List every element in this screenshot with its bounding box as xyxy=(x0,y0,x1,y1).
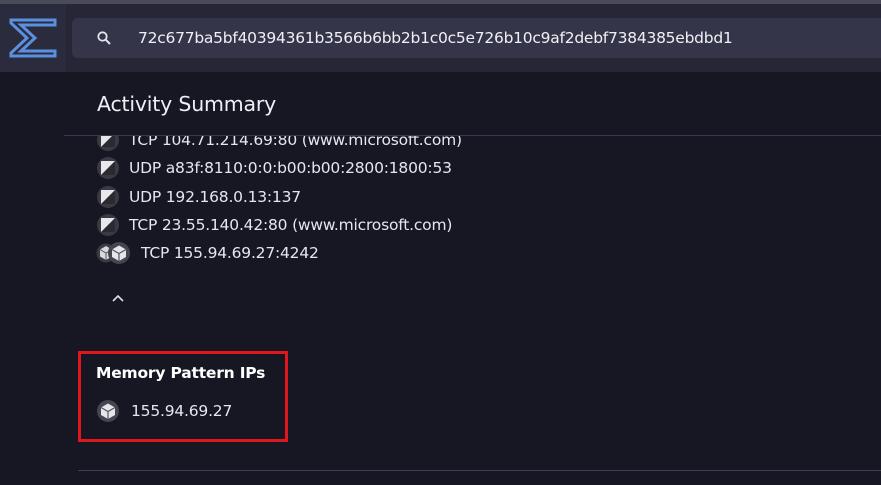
search-icon xyxy=(96,30,112,50)
connection-label: TCP 23.55.140.42:80 (www.microsoft.com) xyxy=(129,216,453,235)
memory-ip-label: 155.94.69.27 xyxy=(131,402,233,420)
app-logo[interactable] xyxy=(0,4,66,72)
connections-scroll-area[interactable]: TCP 104.71.214.69:80 (www.microsoft.com)… xyxy=(0,136,881,286)
main-content: Activity Summary TCP 104.71.214.69:80 (w… xyxy=(0,72,881,485)
activity-summary-title: Activity Summary xyxy=(97,92,277,116)
list-item: UDP 192.168.0.13:137 xyxy=(96,183,462,211)
sigma-logo-icon xyxy=(9,18,57,58)
package-icon xyxy=(96,399,120,423)
list-item: TCP 23.55.140.42:80 (www.microsoft.com) xyxy=(96,211,462,239)
chevron-up-icon xyxy=(112,294,124,302)
system-icon xyxy=(96,213,120,237)
list-item: TCP 155.94.69.27:4242 xyxy=(96,239,462,267)
connection-label: TCP 155.94.69.27:4242 xyxy=(141,244,319,263)
connection-label: TCP 104.71.214.69:80 (www.microsoft.com) xyxy=(129,136,462,150)
connection-label: UDP a83f:8110:0:0:b00:b00:2800:1800:53 xyxy=(129,159,452,178)
collapse-button[interactable] xyxy=(108,288,128,308)
system-icon xyxy=(96,156,120,180)
search-input[interactable] xyxy=(138,18,878,58)
list-item: TCP 104.71.214.69:80 (www.microsoft.com) xyxy=(96,136,462,154)
connection-label: UDP 192.168.0.13:137 xyxy=(129,187,301,206)
list-item: UDP a83f:8110:0:0:b00:b00:2800:1800:53 xyxy=(96,154,462,182)
connections-list: TCP 104.71.214.69:80 (www.microsoft.com)… xyxy=(96,136,462,267)
list-item: 155.94.69.27 xyxy=(96,399,232,423)
system-icon xyxy=(96,136,120,152)
section-divider xyxy=(78,470,881,471)
search-bar[interactable] xyxy=(72,18,881,58)
package-icon xyxy=(96,241,131,265)
system-icon xyxy=(96,185,120,209)
memory-pattern-title: Memory Pattern IPs xyxy=(96,364,266,382)
